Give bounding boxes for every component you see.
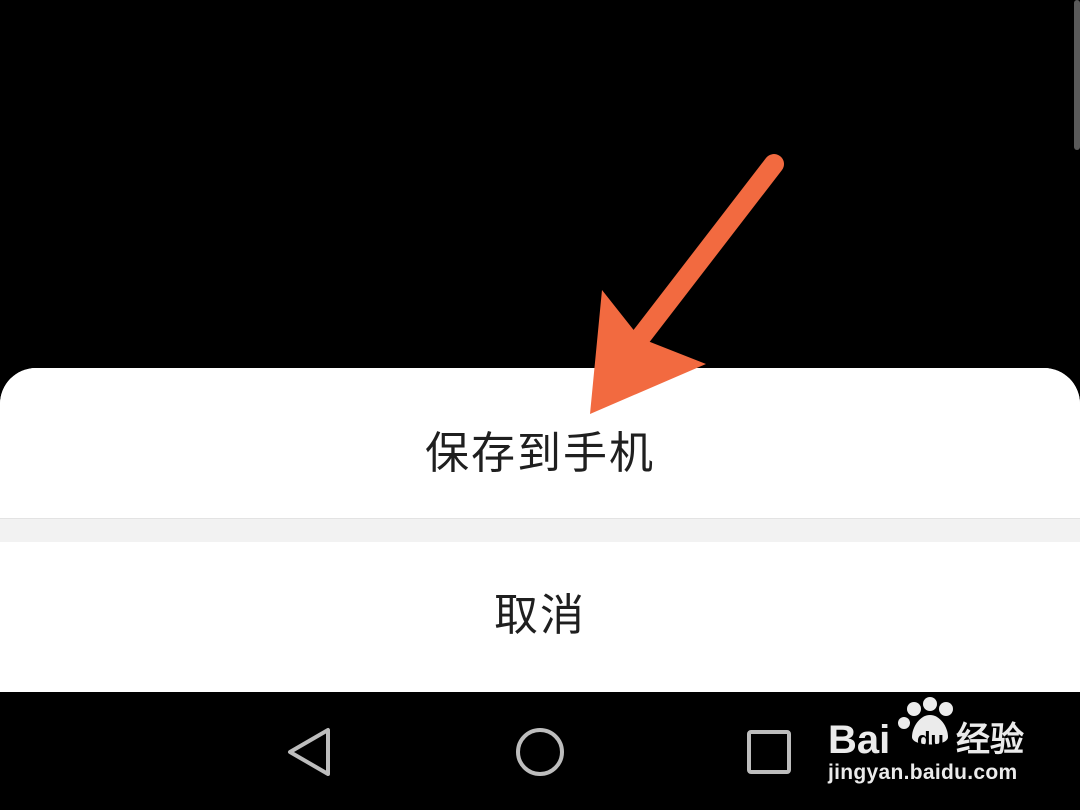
baidu-logo: Bai du 经验 <box>828 697 1024 761</box>
watermark-url: jingyan.baidu.com <box>828 761 1018 784</box>
image-viewer-backdrop[interactable] <box>0 0 1080 368</box>
sheet-divider <box>0 518 1080 542</box>
back-button[interactable] <box>280 724 340 780</box>
svg-text:Bai: Bai <box>828 718 890 761</box>
cancel-option[interactable]: 取消 <box>0 542 1080 692</box>
recents-icon <box>747 730 791 774</box>
save-to-phone-label: 保存到手机 <box>425 428 655 479</box>
cancel-label: 取消 <box>494 590 586 641</box>
svg-text:经验: 经验 <box>956 720 1024 760</box>
home-icon <box>516 728 564 776</box>
svg-text:du: du <box>917 727 944 752</box>
action-sheet: 保存到手机 取消 <box>0 368 1080 692</box>
recents-button[interactable] <box>740 724 800 780</box>
save-to-phone-option[interactable]: 保存到手机 <box>0 368 1080 518</box>
home-button[interactable] <box>510 724 570 780</box>
baidu-jingyan-watermark: Bai du 经验 jingyan.baidu.com <box>826 695 1026 795</box>
back-icon <box>288 728 330 776</box>
scroll-indicator <box>1074 0 1080 150</box>
